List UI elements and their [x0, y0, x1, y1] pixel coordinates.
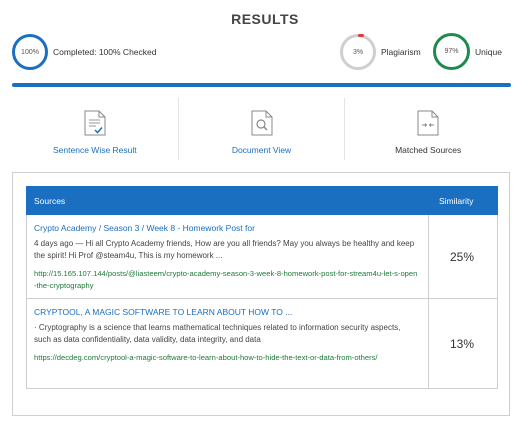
- document-check-icon: [84, 110, 106, 136]
- document-compare-icon: [417, 110, 439, 136]
- completed-ring: 100%: [12, 34, 48, 70]
- completed-label: Completed: 100% Checked: [53, 47, 157, 57]
- unique-ring: 97%: [433, 33, 470, 70]
- page-title: RESULTS: [231, 11, 299, 27]
- view-options: Sentence Wise Result Document View Match…: [12, 98, 511, 160]
- source-snippet: 4 days ago — Hi all Crypto Academy frien…: [34, 239, 415, 260]
- similarity-value: 25%: [428, 214, 498, 299]
- unique-stat: 97% Unique: [433, 33, 502, 70]
- plagiarism-label: Plagiarism: [381, 47, 421, 57]
- progress-bar: [12, 83, 511, 87]
- source-title-link[interactable]: CRYPTOOL, A MAGIC SOFTWARE TO LEARN ABOU…: [34, 306, 419, 318]
- table-row: CRYPTOOL, A MAGIC SOFTWARE TO LEARN ABOU…: [26, 298, 498, 389]
- matched-sources-button[interactable]: Matched Sources: [344, 98, 511, 160]
- table-header-row: Sources Similarity: [26, 186, 498, 215]
- sources-panel: Sources Similarity Crypto Academy / Seas…: [12, 172, 510, 416]
- plagiarism-ring: 3%: [340, 34, 376, 70]
- sentence-wise-result-button[interactable]: Sentence Wise Result: [12, 98, 178, 160]
- sources-table: Sources Similarity Crypto Academy / Seas…: [26, 186, 498, 389]
- sentence-wise-result-label: Sentence Wise Result: [53, 145, 137, 155]
- source-url-link[interactable]: https://decdeg.com/cryptool-a-magic-soft…: [34, 352, 419, 364]
- source-url-link[interactable]: http://15.165.107.144/posts/@liasteem/cr…: [34, 268, 419, 292]
- unique-label: Unique: [475, 46, 502, 57]
- source-title-link[interactable]: Crypto Academy / Season 3 / Week 8 - Hom…: [34, 222, 419, 234]
- document-view-button[interactable]: Document View: [177, 98, 345, 160]
- plagiarism-stat: 3% Plagiarism: [340, 34, 421, 70]
- sources-header: Sources: [26, 186, 429, 215]
- completed-stat: 100% Completed: 100% Checked: [12, 34, 156, 70]
- source-cell: Crypto Academy / Season 3 / Week 8 - Hom…: [26, 214, 429, 299]
- similarity-value: 13%: [428, 298, 498, 389]
- matched-sources-label: Matched Sources: [395, 145, 462, 155]
- table-row: Crypto Academy / Season 3 / Week 8 - Hom…: [26, 214, 498, 299]
- document-view-label: Document View: [231, 145, 292, 155]
- similarity-header: Similarity: [428, 186, 498, 215]
- source-cell: CRYPTOOL, A MAGIC SOFTWARE TO LEARN ABOU…: [26, 298, 429, 389]
- source-snippet: · Cryptography is a science that learns …: [34, 323, 401, 344]
- document-search-icon: [251, 110, 272, 136]
